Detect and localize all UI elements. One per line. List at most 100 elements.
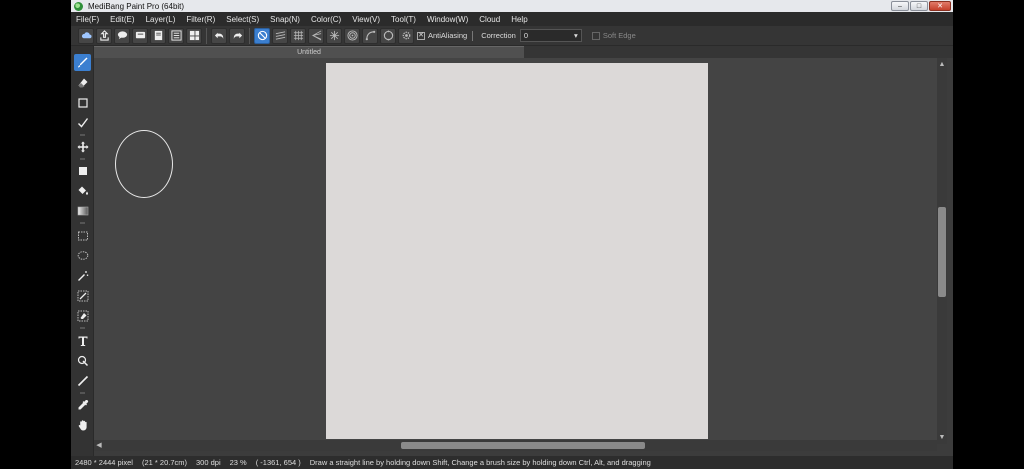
brush-icon [77,57,87,67]
tool-lasso[interactable] [74,247,91,264]
canvas-viewport[interactable] [94,58,943,440]
cloud-button[interactable] [78,27,94,44]
tool-move[interactable] [74,138,91,155]
redo-button[interactable] [229,27,245,44]
snap-settings-button[interactable] [398,27,414,44]
square-outline-icon [77,97,88,108]
comment-button[interactable] [114,27,130,44]
layout-button[interactable] [186,27,202,44]
tool-separator [80,134,85,136]
chevron-down-icon: ▾ [574,31,578,40]
menu-edit[interactable]: Edit(E) [110,15,134,24]
status-pixel-size: 2480 * 2444 pixel [75,458,133,467]
title-bar: MediBang Paint Pro (64bit) – □ ✕ [71,0,953,12]
no-snap-icon [257,30,267,41]
tool-eraser[interactable] [74,74,91,91]
tool-separator [80,158,85,160]
eraser-icon [78,78,87,87]
menu-select[interactable]: Select(S) [226,15,259,24]
history-group [211,27,245,44]
parallel-snap-button[interactable] [272,27,288,44]
circle-snap-button[interactable] [344,27,360,44]
tool-select-pen[interactable] [74,287,91,304]
tool-check[interactable] [74,114,91,131]
ellipse-snap-button[interactable] [380,27,396,44]
menu-file[interactable]: File(F) [76,15,99,24]
parallel-lines-icon [275,31,285,40]
horizontal-scrollbar[interactable]: ◀ [94,440,937,451]
tool-select-eraser[interactable] [74,307,91,324]
tool-brush[interactable] [74,54,91,71]
menu-view[interactable]: View(V) [352,15,380,24]
document-tab[interactable]: Untitled [94,46,524,58]
tool-select-rect[interactable] [74,227,91,244]
menu-help[interactable]: Help [511,15,527,24]
checkmark-pen-icon [77,117,88,128]
lasso-icon [77,250,88,260]
balloon-button[interactable] [132,27,148,44]
radial-lines-icon [329,30,339,41]
close-button[interactable]: ✕ [929,1,951,11]
window-controls: – □ ✕ [891,1,951,11]
tool-text[interactable] [74,332,91,349]
menu-cloud[interactable]: Cloud [479,15,500,24]
menu-color[interactable]: Color(C) [311,15,341,24]
menu-tool[interactable]: Tool(T) [391,15,416,24]
cross-snap-button[interactable] [290,27,306,44]
toolbar-separator [206,27,207,44]
curve-snap-button[interactable] [362,27,378,44]
minimize-button[interactable]: – [891,1,909,11]
snap-group [254,27,414,44]
tool-dot[interactable] [74,94,91,111]
menu-window[interactable]: Window(W) [427,15,468,24]
select-eraser-icon [77,310,88,321]
maximize-button[interactable]: □ [910,1,928,11]
soft-edge-checkbox[interactable] [591,31,600,40]
scroll-down-icon[interactable]: ▼ [938,434,946,442]
tool-shape-fill[interactable] [74,162,91,179]
tool-eyedropper[interactable] [74,396,91,413]
scroll-up-icon[interactable]: ▲ [938,61,946,69]
ellipse-icon [383,30,393,41]
menu-filter[interactable]: Filter(R) [186,15,215,24]
antialiasing-checkbox[interactable]: ✕ [417,31,425,40]
radial-snap-button[interactable] [326,27,342,44]
vertical-scroll-thumb[interactable] [938,207,946,297]
vanishing-point-button[interactable] [308,27,324,44]
gradient-icon [77,206,88,215]
vertical-scrollbar[interactable]: ▲ ▼ [937,58,947,444]
upload-icon [99,30,109,41]
share-button[interactable] [96,27,112,44]
horizontal-scroll-thumb[interactable] [401,442,645,449]
tool-divide[interactable] [74,372,91,389]
page-button[interactable] [150,27,166,44]
list-icon [170,30,182,41]
drawing-canvas[interactable] [326,63,708,439]
concentric-circles-icon [346,30,358,41]
message-icon [135,31,145,39]
speech-bubble-icon [117,31,127,40]
scroll-left-icon[interactable]: ◀ [95,441,103,450]
tool-magic-wand[interactable] [74,267,91,284]
undo-button[interactable] [211,27,227,44]
tool-gradation[interactable] [74,202,91,219]
tool-bucket[interactable] [74,182,91,199]
cloud-icon [81,32,92,39]
file-actions-group [78,27,202,44]
tool-operation[interactable] [74,352,91,369]
tool-hand[interactable] [74,416,91,433]
menu-layer[interactable]: Layer(L) [146,15,176,24]
tool-separator [80,327,85,329]
text-icon [78,336,87,346]
toolbar-divider [472,30,474,41]
filled-square-icon [78,166,87,175]
menu-snap[interactable]: Snap(N) [270,15,300,24]
page-list-button[interactable] [168,27,184,44]
snap-off-button[interactable] [254,27,270,44]
status-cursor-position: ( -1361, 654 ) [255,458,301,467]
rect-select-icon [77,231,88,240]
correction-select[interactable]: 0 ▾ [519,29,582,42]
page-icon [154,30,162,41]
redo-icon [233,32,242,40]
status-zoom: 23 % [229,458,247,467]
